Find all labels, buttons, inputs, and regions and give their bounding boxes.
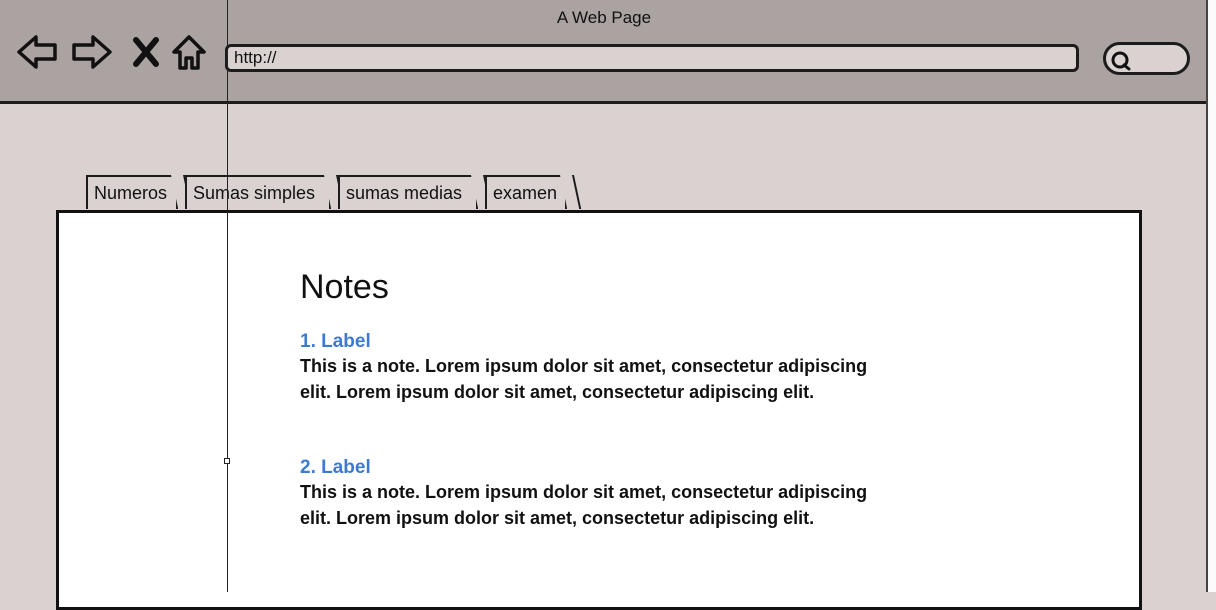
tab-label: Numeros (94, 183, 168, 203)
back-arrow-icon (17, 35, 57, 69)
browser-toolbar: A Web Page http:// (0, 0, 1208, 104)
note-label: 2. Label (300, 457, 371, 478)
page-title: Notes (300, 268, 389, 306)
tab-content-panel (56, 210, 1142, 610)
tab-examen[interactable]: examen (485, 175, 567, 209)
search-field[interactable] (1103, 42, 1190, 75)
forward-arrow-icon (72, 35, 112, 69)
note-text: This is a note. Lorem ipsum dolor sit am… (300, 356, 868, 402)
home-button[interactable] (168, 30, 210, 74)
forward-button[interactable] (71, 30, 113, 74)
stop-button[interactable] (125, 30, 167, 74)
address-bar-value: http:// (234, 48, 277, 67)
window-title: A Web Page (556, 8, 652, 27)
address-bar[interactable]: http:// (225, 44, 1079, 72)
note-text: This is a note. Lorem ipsum dolor sit am… (300, 482, 868, 528)
note-label: 1. Label (300, 331, 371, 352)
tab-label: sumas medias (346, 183, 463, 203)
search-icon (1111, 51, 1131, 71)
tab-label: Sumas simples (193, 183, 316, 203)
tab-label: examen (493, 183, 558, 203)
selection-guide-line (227, 0, 228, 592)
home-icon (172, 35, 206, 70)
tab-numeros[interactable]: Numeros (86, 175, 178, 209)
close-icon (133, 37, 159, 67)
back-button[interactable] (16, 30, 58, 74)
tab-sumas-medias[interactable]: sumas medias (338, 175, 478, 209)
scrollbar-edge (1206, 0, 1216, 592)
resize-handle[interactable] (224, 458, 230, 464)
tab-sumas-simples[interactable]: Sumas simples (185, 175, 331, 209)
